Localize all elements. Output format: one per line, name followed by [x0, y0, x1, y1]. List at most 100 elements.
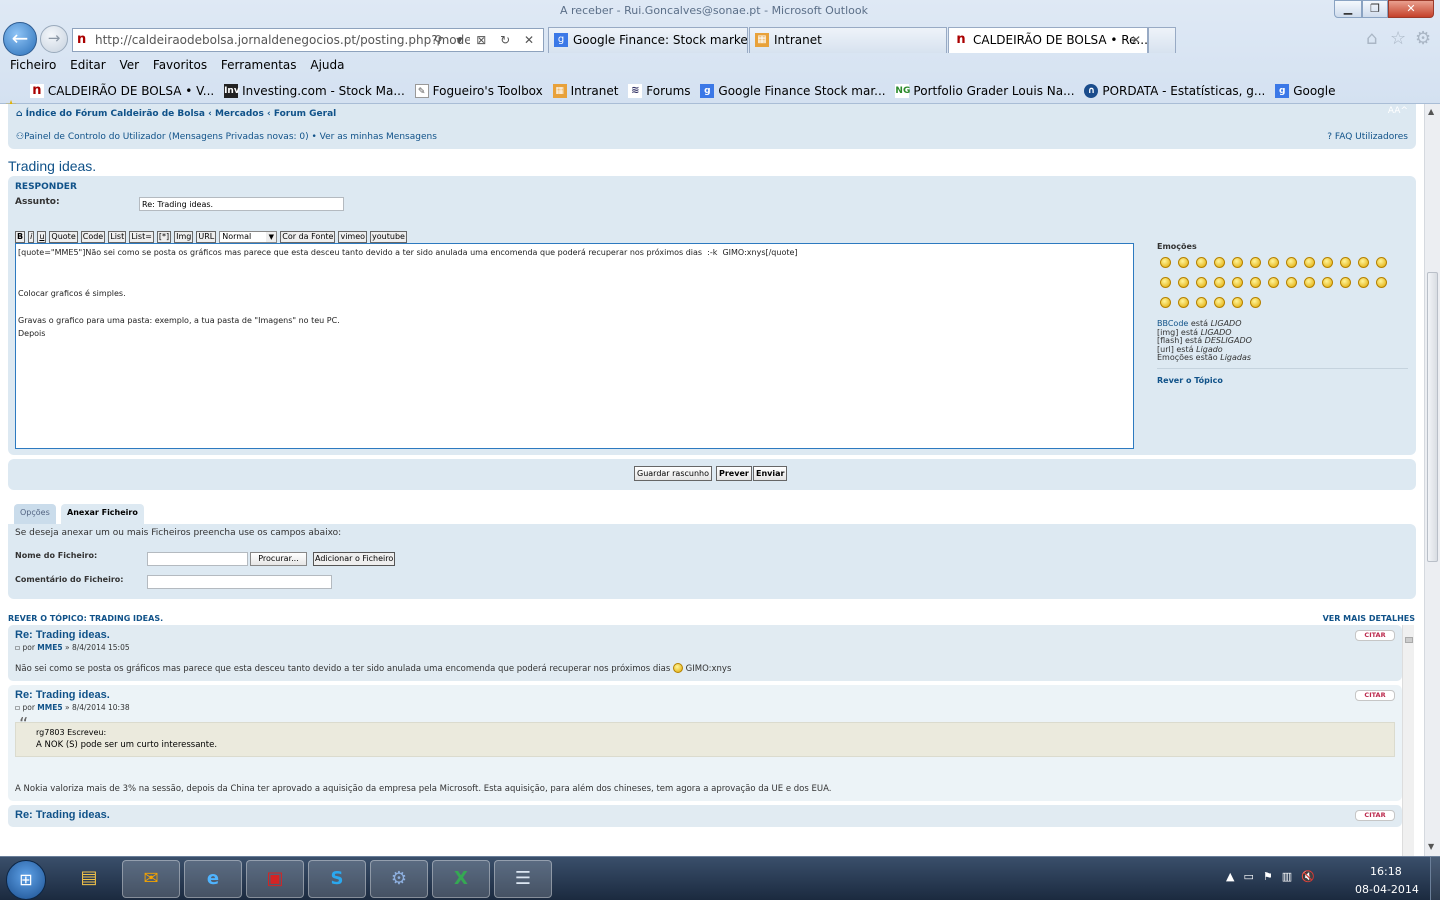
smiley-icon[interactable] [1250, 277, 1261, 288]
post-title[interactable]: Re: Trading ideas. [15, 629, 1395, 641]
smiley-icon[interactable] [1268, 277, 1279, 288]
add-file-button[interactable]: Adicionar o Ficheiro [313, 552, 396, 566]
close-tab-icon[interactable]: ✕ [1131, 28, 1141, 52]
show-hidden-icon[interactable]: ▲ [1226, 870, 1243, 883]
post-title[interactable]: Re: Trading ideas. [15, 809, 1395, 821]
submit-button[interactable]: Enviar [753, 466, 788, 481]
quote-post-button[interactable]: CITAR [1355, 810, 1395, 821]
fav-caldeirao[interactable]: n CALDEIRÃO DE BOLSA • V... [28, 80, 214, 102]
tab-intranet[interactable]: ▦ Intranet [749, 27, 947, 53]
favorites-star-icon[interactable]: ☆ [1390, 28, 1406, 49]
system-tray[interactable]: ▲▭⚑▥🔇 [1226, 870, 1324, 883]
fav-google-finance[interactable]: g Google Finance Stock mar... [698, 80, 886, 102]
message-textarea[interactable]: [quote="MME5"]Não sei como se posta os g… [15, 243, 1134, 449]
faq-links-text[interactable]: FAQ Utilizadores [1335, 132, 1408, 142]
menu-ficheiro[interactable]: Ficheiro [0, 56, 56, 72]
font-size-change[interactable]: AA^ [1388, 106, 1408, 116]
taskbar-explorer[interactable]: ▤ [60, 860, 118, 898]
smiley-icon[interactable] [1286, 257, 1297, 268]
breadcrumb-text[interactable]: Índice do Fórum Caldeirão de Bolsa ‹ Mer… [26, 109, 337, 119]
fav-portfolio-grader[interactable]: NG Portfolio Grader Louis Na... [893, 80, 1075, 102]
taskbar-window[interactable]: ☰ [494, 860, 552, 898]
menu-ver[interactable]: Ver [109, 56, 139, 72]
smiley-icon[interactable] [1304, 257, 1315, 268]
show-desktop-button[interactable] [1430, 857, 1440, 900]
bold-button[interactable]: B [15, 231, 26, 243]
smiley-icon[interactable] [1250, 257, 1261, 268]
network-icon[interactable]: ▥ [1282, 870, 1301, 883]
subject-input[interactable] [139, 197, 344, 211]
tab-caldeirao[interactable]: n CALDEIRÃO DE BOLSA • Re... ✕ [948, 27, 1148, 53]
smiley-icon[interactable] [1196, 297, 1207, 308]
breadcrumb[interactable]: ⌂ Índice do Fórum Caldeirão de Bolsa ‹ M… [16, 109, 336, 119]
smiley-icon[interactable] [1340, 257, 1351, 268]
smiley-icon[interactable] [1286, 277, 1297, 288]
smiley-icon[interactable] [1268, 257, 1279, 268]
smiley-icon[interactable] [1358, 257, 1369, 268]
taskbar-settings[interactable]: ⚙ [370, 860, 428, 898]
address-url[interactable]: http://caldeiraodebolsa.jornaldenegocios… [95, 29, 470, 51]
tab-google-finance[interactable]: g Google Finance: Stock market ... [548, 27, 748, 53]
smiley-icon[interactable] [1196, 257, 1207, 268]
user-control-links[interactable]: ⚇Painel de Controlo do Utilizador (Mensa… [16, 132, 437, 142]
quote-post-button[interactable]: CITAR [1355, 630, 1395, 641]
view-more-details-link[interactable]: VER MAIS DETALHES [1323, 614, 1415, 623]
smiley-icon[interactable] [1178, 297, 1189, 308]
fav-forums[interactable]: ≋ Forums [626, 80, 691, 102]
fav-google[interactable]: g Google [1273, 80, 1336, 102]
taskbar-internet-explorer[interactable]: e [184, 860, 242, 898]
faq-users-links[interactable]: ? FAQ Utilizadores [1327, 132, 1408, 142]
smiley-icon[interactable] [1178, 257, 1189, 268]
tab-attach-file[interactable]: Anexar Ficheiro [61, 504, 144, 524]
list-button[interactable]: List [108, 231, 127, 243]
save-draft-button[interactable]: Guardar rascunho [634, 466, 712, 481]
forward-button[interactable]: → [40, 25, 68, 53]
page-title[interactable]: Trading ideas. [8, 158, 96, 174]
taskbar-excel[interactable]: X [432, 860, 490, 898]
preview-button[interactable]: Prever [716, 466, 752, 481]
smiley-icon[interactable] [1214, 277, 1225, 288]
smiley-icon[interactable] [1214, 297, 1225, 308]
smiley-icon[interactable] [1376, 277, 1387, 288]
smiley-icon[interactable] [1160, 277, 1171, 288]
smiley-icon[interactable] [1232, 277, 1243, 288]
underline-button[interactable]: u [37, 231, 47, 243]
tools-gear-icon[interactable]: ⚙ [1415, 28, 1431, 49]
smiley-icon[interactable] [1160, 297, 1171, 308]
smiley-icon[interactable] [1304, 277, 1315, 288]
minimize-button[interactable]: ▁ [1334, 0, 1362, 18]
italic-button[interactable]: i [28, 231, 35, 243]
flag-icon[interactable]: ⚑ [1263, 870, 1282, 883]
post-author[interactable]: MME5 [37, 703, 62, 712]
smiley-icon[interactable] [1196, 277, 1207, 288]
smiley-icon[interactable] [1250, 297, 1261, 308]
fav-investing[interactable]: Inv Investing.com - Stock Ma... [222, 80, 405, 102]
font-size-select[interactable]: Normal ▼ [219, 231, 278, 243]
address-bar-icons[interactable]: ⚲ ▾ ⊠ ↻ ✕ [434, 29, 539, 51]
scroll-up-icon[interactable]: ▲ [1428, 107, 1434, 116]
quote-post-button[interactable]: CITAR [1355, 690, 1395, 701]
menu-editar[interactable]: Editar [60, 56, 106, 72]
monitor-icon[interactable]: ▭ [1243, 870, 1262, 883]
file-comment-input[interactable] [147, 575, 332, 589]
vimeo-button[interactable]: vimeo [338, 231, 368, 243]
page-scrollbar[interactable]: ▲ ▼ [1424, 104, 1440, 856]
img-button[interactable]: Img [174, 231, 194, 243]
scroll-thumb[interactable] [1405, 637, 1413, 643]
smiley-icon[interactable] [1178, 277, 1189, 288]
list-item-button[interactable]: [*] [156, 231, 172, 243]
fav-pordata[interactable]: ∩ PORDATA - Estatísticas, g... [1082, 80, 1265, 102]
smiley-icon[interactable] [1214, 257, 1225, 268]
post-author[interactable]: MME5 [37, 643, 62, 652]
youtube-button[interactable]: youtube [370, 231, 407, 243]
home-icon[interactable]: ⌂ [1366, 28, 1377, 49]
new-tab-button[interactable] [1148, 27, 1176, 53]
url-button[interactable]: URL [196, 231, 217, 243]
tab-options[interactable]: Opções [14, 504, 56, 524]
maximize-button[interactable]: ❐ [1362, 0, 1388, 18]
smiley-icon[interactable] [1322, 257, 1333, 268]
fav-intranet[interactable]: ▦ Intranet [551, 80, 618, 102]
review-topic-link[interactable]: Rever o Tópico [1157, 376, 1223, 385]
scroll-down-icon[interactable]: ▼ [1428, 842, 1434, 851]
smiley-icon[interactable] [1358, 277, 1369, 288]
